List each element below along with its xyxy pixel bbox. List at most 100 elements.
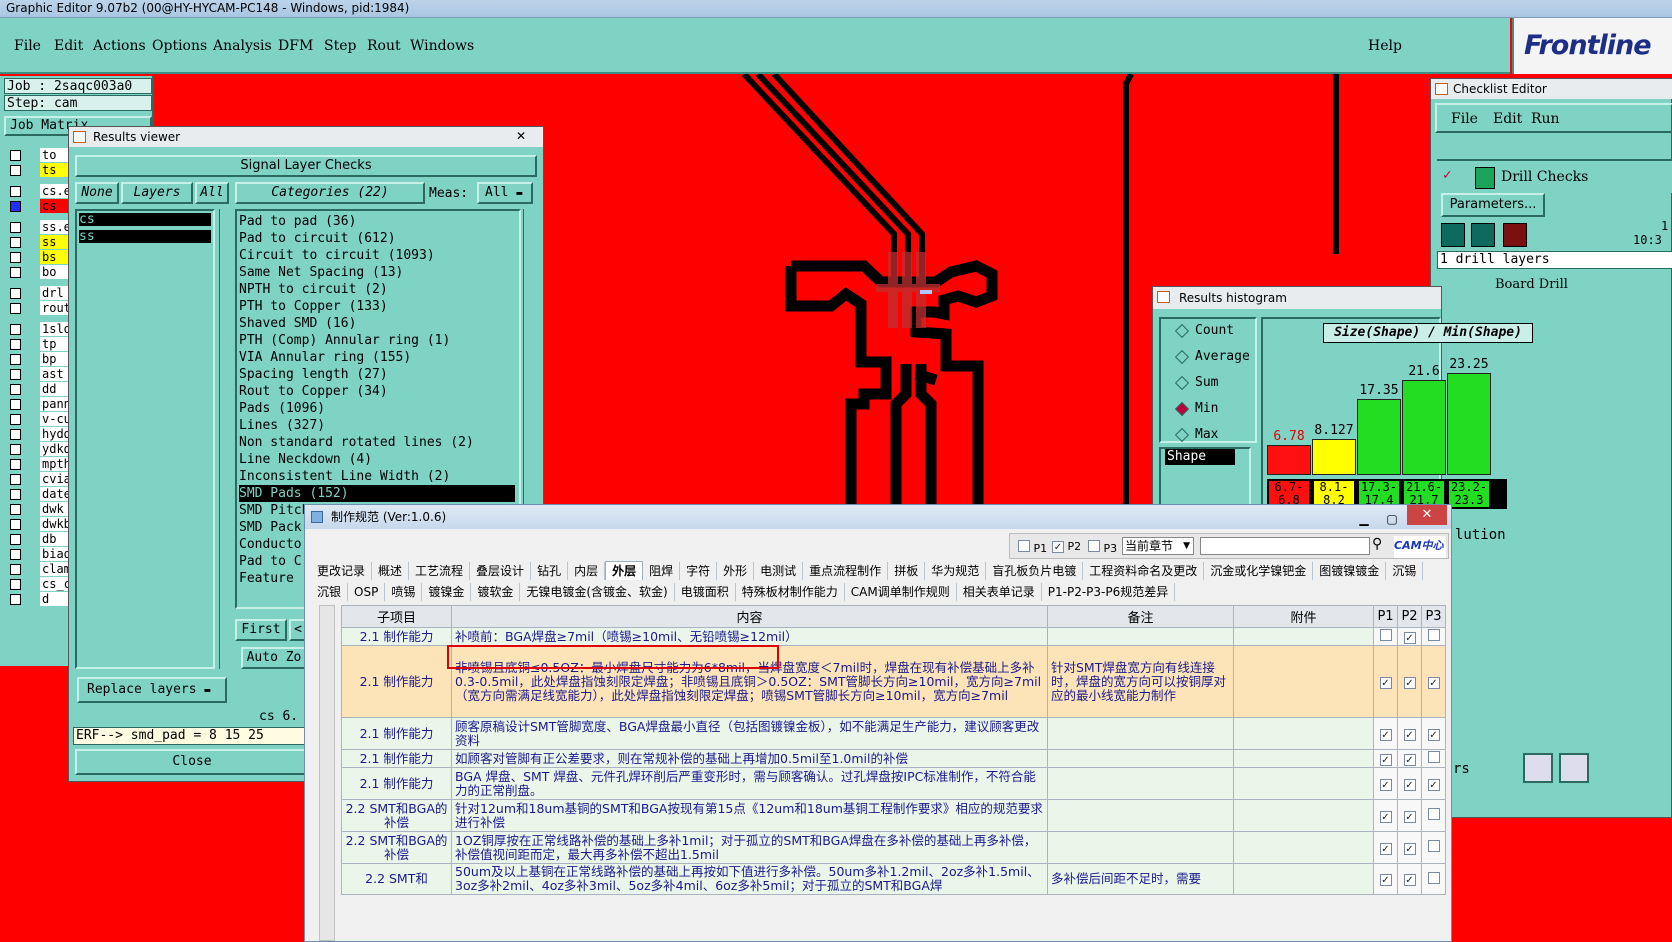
- layer-checkbox[interactable]: [10, 324, 21, 335]
- layer-checkbox[interactable]: [10, 444, 21, 455]
- search-icon[interactable]: ⚲: [1372, 536, 1392, 556]
- checklist-menu-run[interactable]: Run: [1531, 111, 1560, 127]
- none-button[interactable]: None: [75, 182, 119, 204]
- tab-item[interactable]: 拼板: [888, 562, 926, 580]
- table-row[interactable]: 2.1 制作能力 BGA 焊盘、SMT 焊盘、元件孔焊环削后严重变形时，需与顾客确…: [341, 767, 1446, 800]
- radio-average[interactable]: Average: [1174, 347, 1250, 367]
- column-header[interactable]: P1: [1373, 605, 1398, 628]
- table-row[interactable]: 2.1 制作能力 如顾客对管脚有正公差要求，则在常规补偿的基础上再增加0.5mil…: [341, 749, 1446, 768]
- category-item[interactable]: Line Neckdown (4): [239, 451, 515, 468]
- category-item[interactable]: NPTH to circuit (2): [239, 281, 515, 298]
- layer-checkbox[interactable]: [10, 534, 21, 545]
- tab-item[interactable]: 工艺流程: [409, 562, 471, 580]
- checkbox-checked-icon[interactable]: ✓: [1379, 676, 1392, 689]
- run-action-icon[interactable]: [1441, 223, 1465, 247]
- tab-item[interactable]: 外形: [717, 562, 755, 580]
- tab-item[interactable]: 电镀面积: [675, 583, 736, 601]
- layer-checkbox[interactable]: [10, 549, 21, 560]
- tab-item[interactable]: 特殊板材制作能力: [736, 583, 845, 601]
- category-item[interactable]: VIA Annular ring (155): [239, 349, 515, 366]
- list-item[interactable]: ss: [79, 230, 211, 243]
- checkbox-icon[interactable]: [1427, 808, 1440, 820]
- close-icon[interactable]: ✕: [501, 128, 541, 145]
- layer-checkbox[interactable]: [10, 384, 21, 395]
- tab-item[interactable]: 字符: [680, 562, 718, 580]
- table-row[interactable]: 2.1 制作能力 非喷锡且底铜≤0.5OZ：最小焊盘尺寸能力为6*8mil，当焊盘…: [341, 645, 1446, 718]
- checkbox-checked-icon[interactable]: ✓: [1379, 753, 1392, 766]
- filter-p1[interactable]: P1: [1018, 540, 1047, 555]
- checkbox-icon[interactable]: [1427, 629, 1440, 641]
- tab-item[interactable]: 喷锡: [385, 583, 423, 601]
- checkbox-checked-icon[interactable]: ✓: [1403, 676, 1416, 689]
- checkbox-checked-icon[interactable]: ✓: [1403, 778, 1416, 791]
- layer-checkbox[interactable]: [10, 354, 21, 365]
- layer-checkbox[interactable]: [10, 399, 21, 410]
- erf-field[interactable]: ERF--> smd_pad = 8 15 25: [73, 727, 309, 745]
- all-button[interactable]: All: [195, 182, 229, 204]
- layer-list-scrollbar[interactable]: [219, 209, 231, 669]
- layer-checkbox[interactable]: [10, 579, 21, 590]
- checkbox-checked-icon[interactable]: ✓: [1379, 874, 1392, 886]
- checkbox-checked-icon[interactable]: ✓: [1379, 778, 1392, 791]
- auto-zoom-button[interactable]: Auto Zo: [241, 647, 307, 669]
- tab-item[interactable]: 工程资料命名及更改: [1083, 562, 1205, 580]
- replace-layers-button[interactable]: Replace layers ▬: [77, 677, 227, 703]
- tab-item[interactable]: 外层: [605, 561, 644, 580]
- shape-item[interactable]: Shape: [1165, 449, 1235, 465]
- menu-step[interactable]: Step: [324, 38, 356, 54]
- checkbox-icon[interactable]: [1379, 629, 1392, 641]
- category-item[interactable]: Same Net Spacing (13): [239, 264, 515, 281]
- checkbox-checked-icon[interactable]: ✓: [1427, 728, 1440, 741]
- column-header[interactable]: P2: [1397, 605, 1422, 628]
- close-icon[interactable]: ✕: [1407, 505, 1447, 525]
- layer-checkbox[interactable]: [10, 252, 21, 263]
- tab-item[interactable]: P1-P2-P3-P6规范差异: [1042, 583, 1176, 601]
- layer-checkbox[interactable]: [10, 489, 21, 500]
- toolbar-icon[interactable]: [1523, 753, 1553, 783]
- layer-checkbox[interactable]: [10, 429, 21, 440]
- layer-checkbox[interactable]: [10, 594, 21, 605]
- table-row[interactable]: 2.1 制作能力 顾客原稿设计SMT管脚宽度、BGA焊盘最小直径（包括图镀镍金板）…: [341, 717, 1446, 750]
- filter-p3[interactable]: P3: [1088, 540, 1117, 555]
- table-row[interactable]: 2.2 SMT和BGA的补偿 针对12um和18um基铜的SMT和BGA按现有第1…: [341, 799, 1446, 832]
- histogram-bar[interactable]: [1357, 399, 1401, 475]
- tab-item[interactable]: 重点流程制作: [803, 562, 889, 580]
- checkbox-icon[interactable]: [1427, 871, 1440, 884]
- tab-item[interactable]: OSP: [348, 583, 386, 601]
- category-item[interactable]: PTH (Comp) Annular ring (1): [239, 332, 515, 349]
- chapter-select[interactable]: 当前章节 ▼: [1122, 537, 1194, 555]
- radio-max[interactable]: Max: [1174, 425, 1218, 445]
- layer-checkbox[interactable]: [10, 504, 21, 515]
- tab-item[interactable]: CAM调单制作规则: [845, 583, 957, 601]
- filter-p2[interactable]: ✓ P2: [1052, 540, 1081, 553]
- list-item[interactable]: cs: [79, 213, 211, 226]
- layer-checkbox[interactable]: [10, 237, 21, 248]
- category-item[interactable]: Non standard rotated lines (2): [239, 434, 515, 451]
- search-input[interactable]: [1200, 537, 1370, 555]
- tab-item[interactable]: 更改记录: [311, 562, 373, 580]
- tab-item[interactable]: 内层: [568, 562, 606, 580]
- layer-checkbox[interactable]: [10, 339, 21, 350]
- minimize-icon[interactable]: ▁: [1351, 507, 1377, 526]
- checkbox-checked-icon[interactable]: ✓: [1403, 753, 1416, 766]
- category-item[interactable]: Pad to pad (36): [239, 213, 515, 230]
- tab-item[interactable]: 镀镍金: [422, 583, 472, 601]
- tab-item[interactable]: 沉锡: [1386, 562, 1424, 580]
- toolbar-icon[interactable]: [1559, 753, 1589, 783]
- checkbox-checked-icon[interactable]: ✓: [1403, 631, 1416, 644]
- column-header[interactable]: 附件: [1233, 605, 1374, 628]
- layer-checkbox[interactable]: [10, 201, 21, 212]
- histogram-bar[interactable]: [1402, 380, 1446, 475]
- first-button[interactable]: First: [235, 619, 287, 641]
- tab-item[interactable]: 镀软金: [471, 583, 521, 601]
- layer-checkbox[interactable]: [10, 519, 21, 530]
- checkbox-checked-icon[interactable]: ✓: [1403, 728, 1416, 741]
- checkbox-checked-icon[interactable]: ✓: [1379, 810, 1392, 823]
- category-item[interactable]: Lines (327): [239, 417, 515, 434]
- layer-checkbox[interactable]: [10, 564, 21, 575]
- tab-item[interactable]: 华为规范: [925, 562, 987, 580]
- layer-checkbox[interactable]: [10, 459, 21, 470]
- layer-checkbox[interactable]: [10, 267, 21, 278]
- layer-checkbox[interactable]: [10, 150, 21, 161]
- menu-help[interactable]: Help: [1368, 38, 1402, 54]
